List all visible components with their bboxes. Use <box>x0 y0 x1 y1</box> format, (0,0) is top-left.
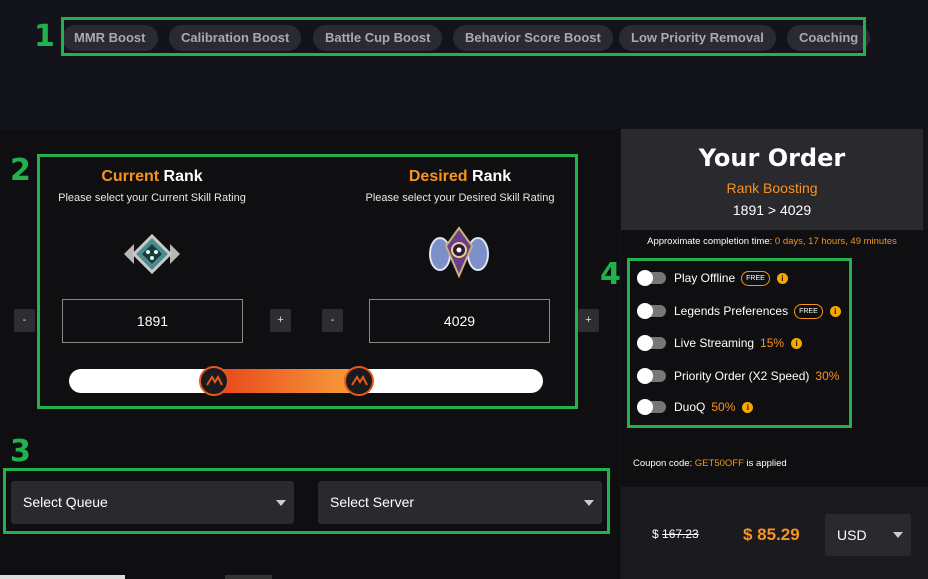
desired-rank-increment-button[interactable]: + <box>578 309 599 332</box>
annotation-box-2 <box>37 154 578 409</box>
currency-select-value: USD <box>837 527 867 543</box>
order-type: Rank Boosting <box>726 180 818 196</box>
annotation-number-2: 2 <box>10 153 31 188</box>
currency-select[interactable]: USD <box>825 514 911 556</box>
order-title: Your Order <box>698 144 846 172</box>
annotation-number-3: 3 <box>10 434 31 469</box>
order-header: Your Order Rank Boosting 1891 > 4029 <box>621 129 923 230</box>
original-price: $ 167.23 <box>652 527 699 541</box>
discounted-price: $ 85.29 <box>743 525 800 544</box>
completion-time: Approximate completion time: 0 days, 17 … <box>647 236 897 247</box>
annotation-box-4 <box>627 258 852 428</box>
annotation-box-1 <box>61 17 866 56</box>
scrollbar-segment <box>225 575 272 579</box>
coupon-status: Coupon code: GET50OFF is applied <box>633 458 787 469</box>
order-range: 1891 > 4029 <box>732 202 812 218</box>
chevron-down-icon <box>893 532 903 538</box>
scrollbar-segment <box>0 575 125 579</box>
annotation-number-1: 1 <box>34 19 55 54</box>
annotation-number-4: 4 <box>600 257 621 292</box>
current-rank-decrement-button[interactable]: - <box>14 309 35 332</box>
annotation-box-3 <box>3 468 610 534</box>
